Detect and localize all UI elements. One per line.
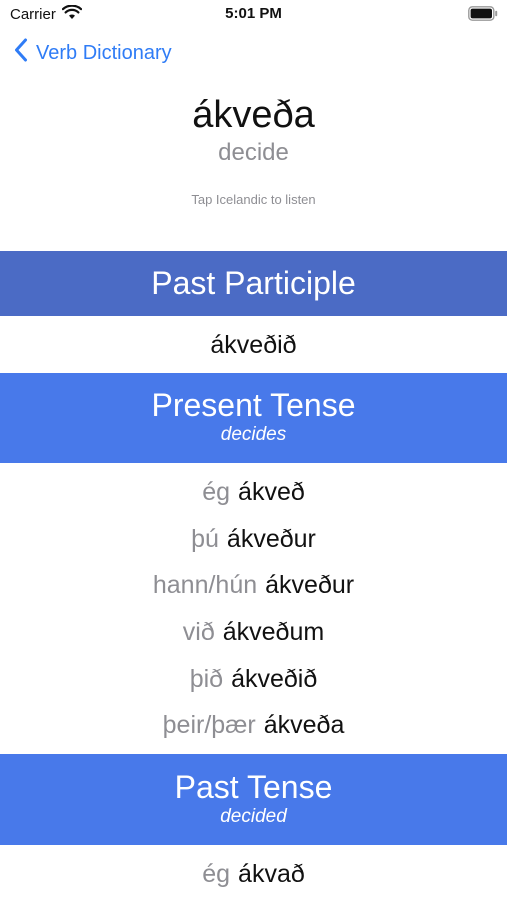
battery-icon: [468, 6, 498, 21]
conjugated-form[interactable]: ákvað: [238, 860, 305, 889]
conjugation-row: þeir/þær ákveða: [0, 702, 507, 748]
present-tense-title: Present Tense: [151, 387, 356, 423]
present-tense-header: Present Tense decides: [0, 373, 507, 463]
conjugation-row: þú ákveður: [0, 516, 507, 562]
conjugated-form[interactable]: ákveða: [264, 711, 345, 740]
pronoun: þið: [189, 664, 224, 693]
verb-header: ákveða decide Tap Icelandic to listen: [0, 92, 507, 207]
past-participle-header: Past Participle: [0, 251, 507, 316]
conjugation-row: ég ákvað: [0, 851, 507, 897]
conjugated-form[interactable]: ákveð: [238, 478, 305, 507]
conjugated-form[interactable]: ákveður: [265, 571, 354, 600]
chevron-left-icon: [14, 38, 28, 68]
past-tense-header: Past Tense decided: [0, 754, 507, 845]
present-tense-subtitle: decides: [220, 424, 287, 445]
conjugation-row: við ákveðum: [0, 609, 507, 655]
conjugation-row: hann/hún ákveður: [0, 562, 507, 608]
back-button[interactable]: Verb Dictionary: [14, 38, 172, 68]
status-time: 5:01 PM: [225, 5, 282, 22]
back-button-label: Verb Dictionary: [36, 41, 172, 64]
pronoun: við: [182, 617, 215, 646]
verb-detail-screen: Carrier 5:01 PM Verb Dictionary ákveða d…: [0, 0, 507, 900]
status-bar: Carrier 5:01 PM: [0, 0, 507, 28]
conjugation-row: ég ákveð: [0, 469, 507, 515]
past-participle-form[interactable]: ákveðið: [210, 331, 296, 360]
pronoun: ég: [202, 477, 231, 506]
past-tense-subtitle: decided: [220, 806, 287, 827]
conjugated-form[interactable]: ákveður: [227, 525, 316, 554]
listen-hint: Tap Icelandic to listen: [191, 192, 316, 207]
verb-english: decide: [218, 139, 289, 166]
verb-icelandic[interactable]: ákveða: [0, 92, 507, 138]
past-participle-title: Past Participle: [151, 265, 356, 301]
conjugated-form[interactable]: ákveðum: [223, 618, 324, 647]
pronoun: þeir/þær: [162, 710, 256, 739]
past-participle-row: ákveðið: [0, 322, 507, 368]
pronoun: þú: [191, 524, 219, 553]
conjugated-form[interactable]: ákveðið: [231, 665, 317, 694]
past-tense-title: Past Tense: [174, 769, 333, 805]
pronoun: hann/hún: [152, 570, 258, 599]
conjugation-row: þið ákveðið: [0, 656, 507, 702]
pronoun: ég: [202, 859, 231, 888]
